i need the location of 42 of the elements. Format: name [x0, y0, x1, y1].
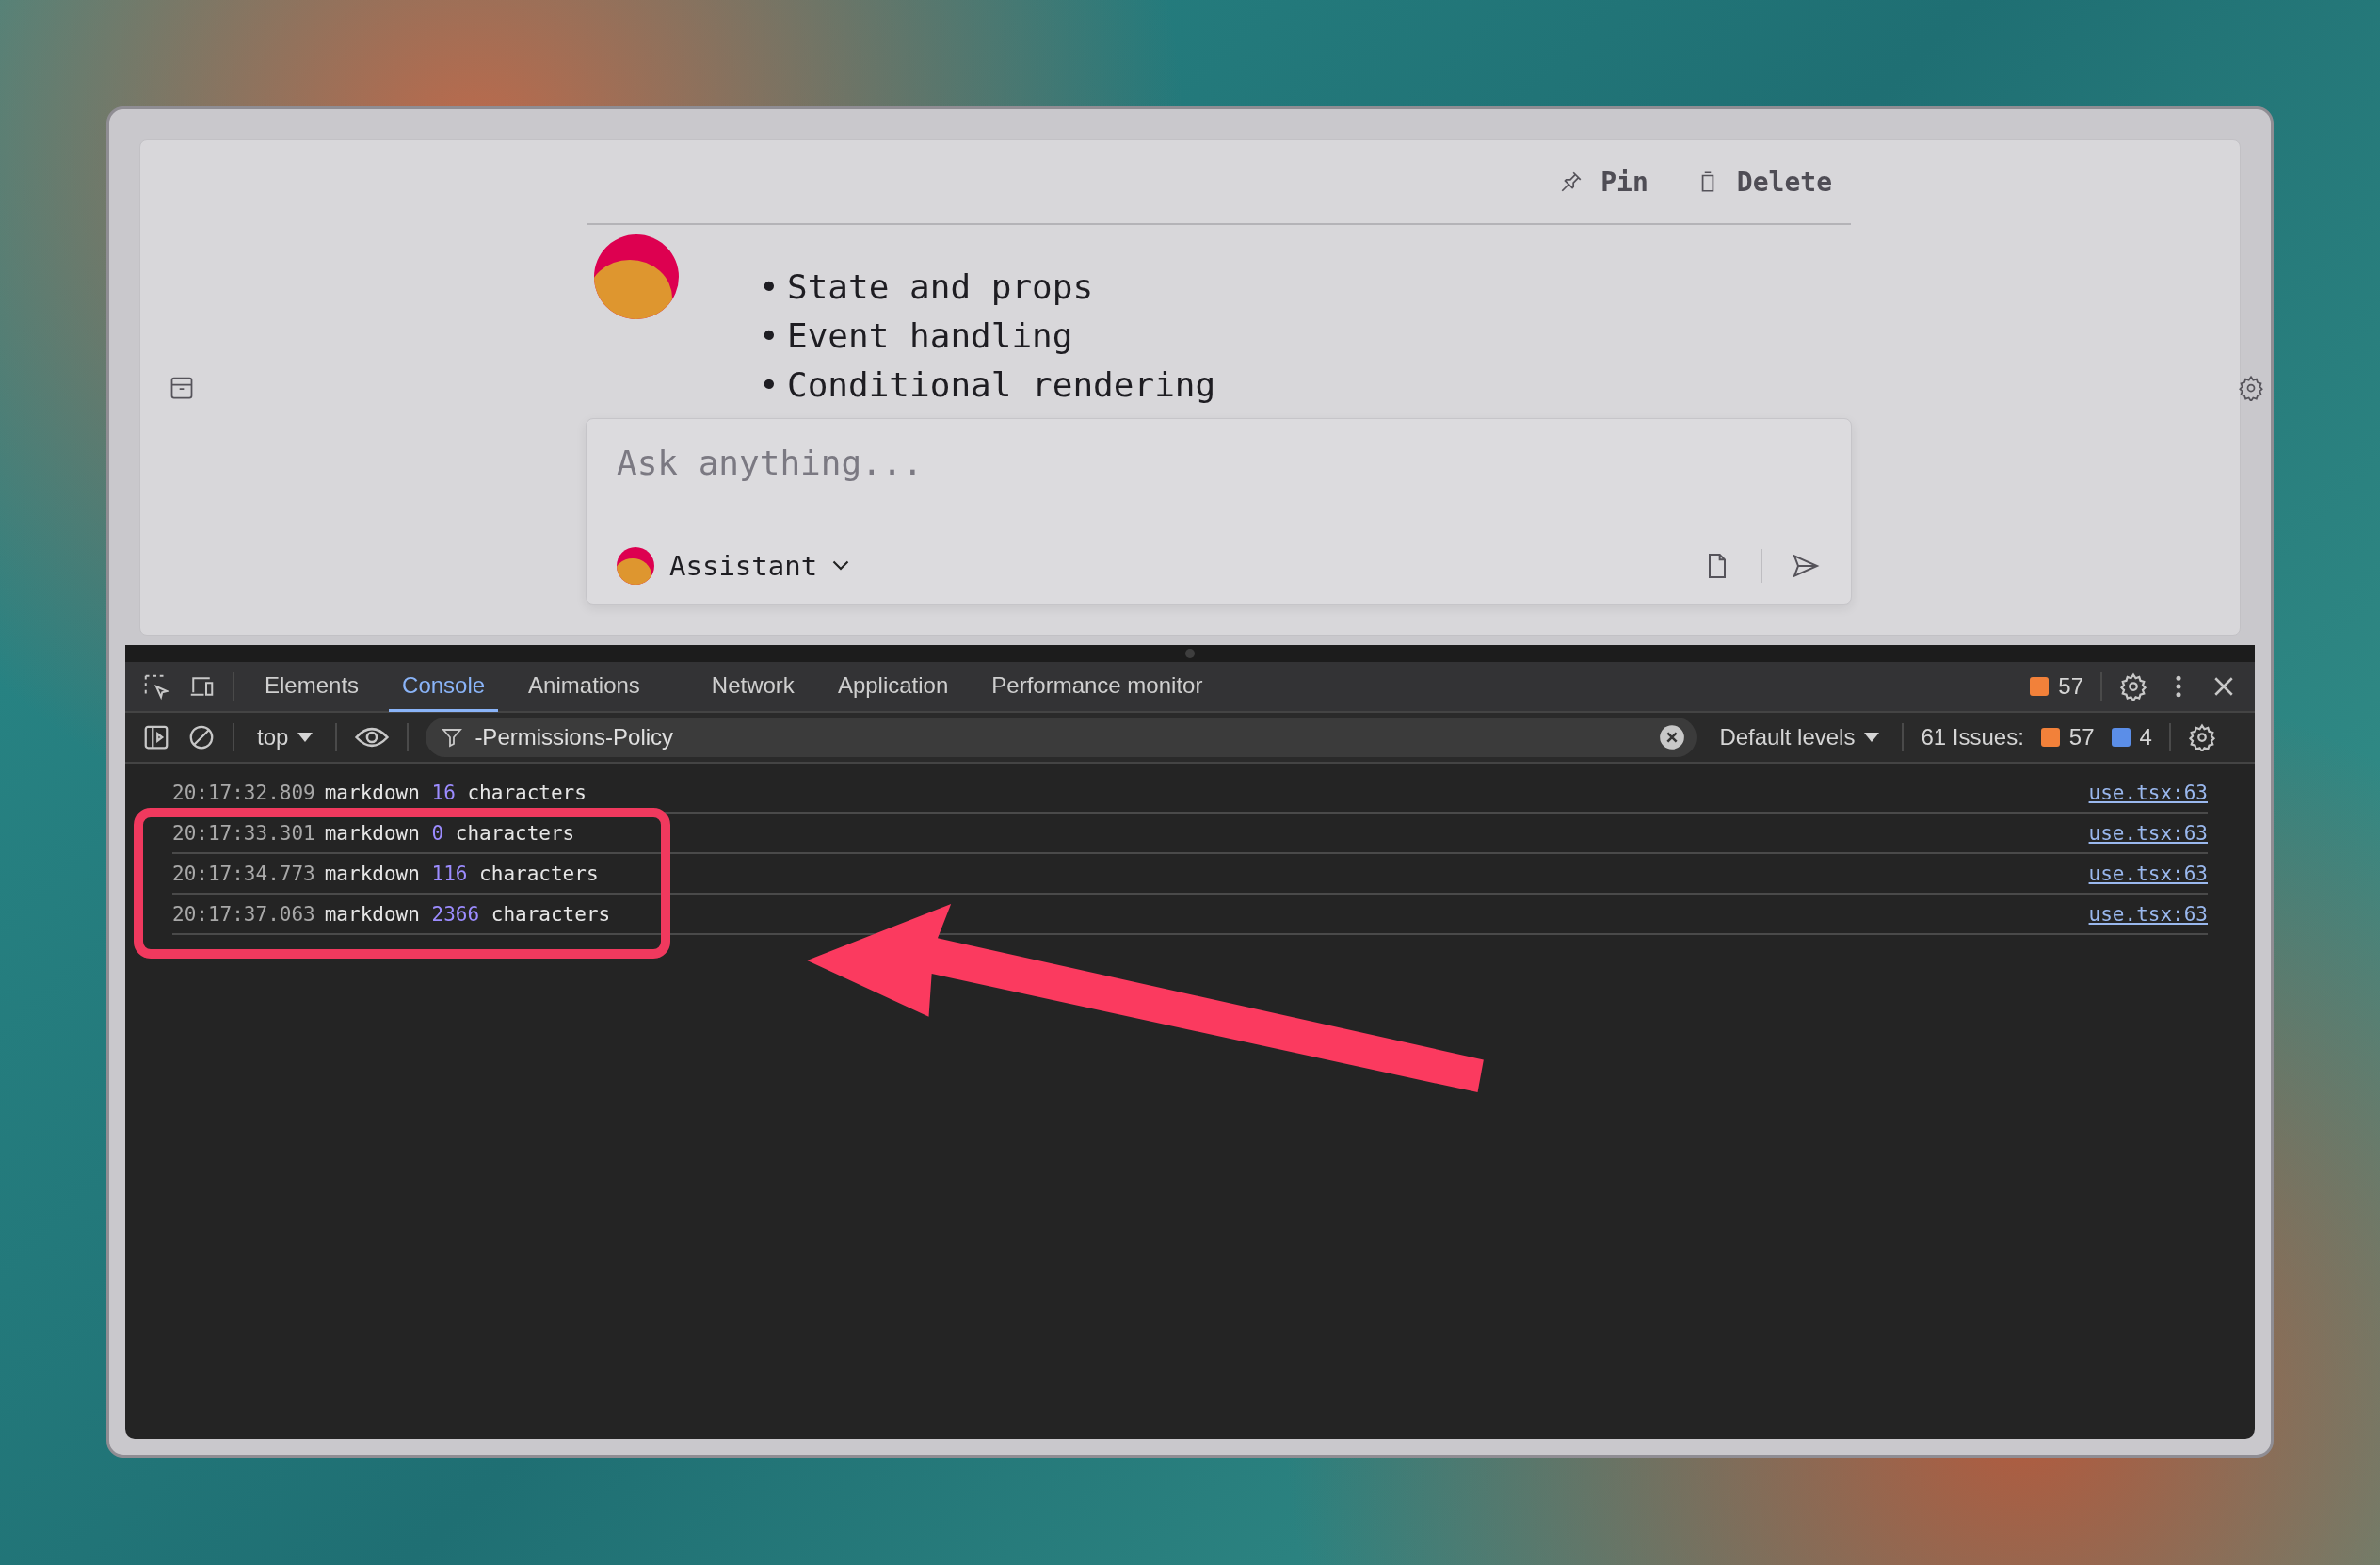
warning-counter[interactable]: 57 — [2030, 673, 2083, 700]
log-timestamp: 20:17:32.809 — [172, 781, 315, 804]
context-dropdown[interactable]: top — [251, 723, 319, 751]
log-message: markdown 0 characters — [324, 821, 575, 845]
bullet-marker: • — [759, 266, 780, 308]
resize-handle[interactable] — [1185, 649, 1195, 658]
devtools-tab[interactable]: Elements — [251, 661, 373, 712]
log-levels-dropdown[interactable]: Default levels — [1713, 723, 1886, 751]
bullet-item: Conditional rendering — [787, 365, 1216, 404]
clear-filter-icon[interactable] — [1659, 724, 1686, 750]
warning-counter[interactable]: 57 — [2040, 724, 2095, 750]
source-link[interactable]: use.tsx:63 — [2088, 781, 2208, 804]
log-message: markdown 16 characters — [324, 781, 587, 804]
bullet-marker: • — [759, 364, 780, 406]
bullet-marker: • — [759, 315, 780, 357]
issues-label: 61 Issues: — [1921, 724, 2024, 750]
bullet-item: State and props — [787, 267, 1094, 306]
filter-field[interactable]: -Permissions-Policy — [426, 718, 1697, 757]
message-input-field[interactable]: Ask anything... — [617, 444, 1182, 482]
devtools-tab[interactable]: Application — [824, 661, 962, 712]
sidebar-toggle-icon[interactable] — [142, 723, 170, 751]
source-link[interactable]: use.tsx:63 — [2088, 862, 2208, 885]
log-message: markdown 116 characters — [324, 862, 599, 885]
delete-button[interactable]: Delete — [1695, 161, 1832, 202]
info-counter[interactable]: 4 — [2111, 724, 2152, 750]
source-link[interactable]: use.tsx:63 — [2088, 902, 2208, 926]
filter-icon — [441, 726, 464, 749]
source-link[interactable]: use.tsx:63 — [2088, 821, 2208, 845]
devtools-tab[interactable]: Animations — [515, 661, 653, 712]
assistant-dropdown[interactable]: Assistant — [617, 547, 850, 585]
devtools-tab[interactable]: Network — [698, 661, 808, 712]
log-timestamp: 20:17:33.301 — [172, 821, 315, 845]
settings-icon[interactable] — [2238, 374, 2264, 401]
clear-console-icon[interactable] — [187, 723, 216, 751]
pin-button[interactable]: Pin — [1559, 161, 1648, 202]
bullet-item: Event handling — [787, 316, 1073, 355]
chevron-down-icon — [832, 560, 850, 572]
inspect-icon[interactable] — [142, 672, 170, 701]
log-message: markdown 2366 characters — [324, 902, 611, 926]
devtools-tab[interactable]: Performance monitor — [978, 661, 1216, 712]
log-timestamp: 20:17:37.063 — [172, 902, 315, 926]
log-timestamp: 20:17:34.773 — [172, 862, 315, 885]
